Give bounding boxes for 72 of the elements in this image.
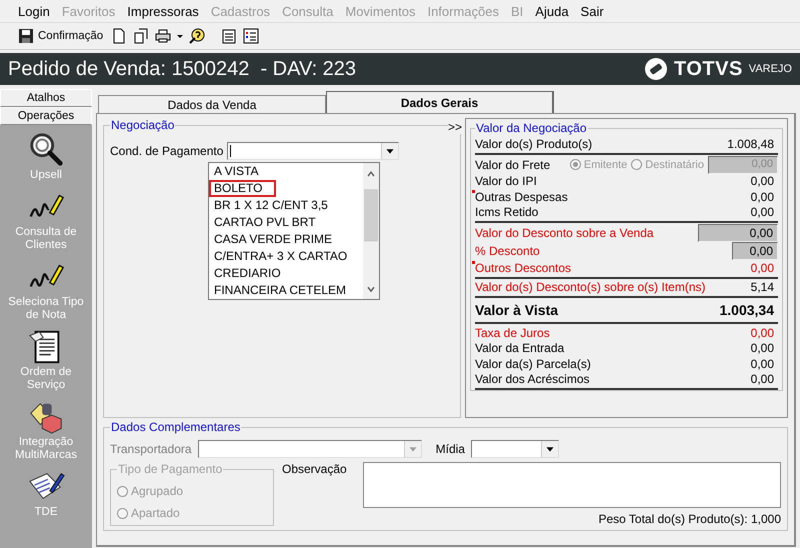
weight-text: Peso Total do(s) Produto(s): 1,000 [598,512,781,526]
value-amount: 0,00 [750,372,775,386]
value-label: Valor do Frete [475,158,550,172]
menu-item[interactable]: Ajuda [535,4,569,18]
menu-item[interactable]: Impressoras [127,4,199,18]
group-title: Valor da Negociação [475,121,588,135]
dropdown-option[interactable]: A VISTA [209,163,264,180]
dropdown-option[interactable]: CASA VERDE PRIME [209,231,338,248]
value-label: Valor do Desconto sobre a Venda [475,226,654,240]
logo-subtitle: VAREJO [748,63,792,75]
dropdown-option[interactable]: CARTAO PVL BRT [209,214,321,231]
value-amount: 5,14 [750,280,775,294]
logo-icon [644,57,668,81]
new-document-icon[interactable] [111,28,128,44]
value-label: Taxa de Juros [475,326,550,340]
value-label: Valor da(s) Parcela(s) [475,356,591,371]
value-amount: 0,00 [750,260,775,275]
value-field[interactable]: 0,00 [732,242,778,260]
sidebar-tab[interactable]: Atalhos [0,89,92,107]
dropdown-option[interactable]: FINANCEIRA CETELEM [209,282,352,299]
tab[interactable]: Dados Gerais [326,91,554,113]
group-title: Dados Complementares [110,420,242,434]
payment-combo[interactable] [227,142,400,160]
value-label: Outros Descontos [475,260,572,275]
value-amount: 0,00 [750,341,775,356]
confirm-button[interactable]: Confirmação [16,28,106,44]
dropdown-option[interactable]: C/ENTRA+ 3 X CARTAO [209,248,352,265]
value-amount: 1.008,48 [727,136,775,151]
field-label: Transportadora [110,442,192,456]
save-icon [18,28,34,44]
value-label: % Desconto [475,244,540,258]
copy-document-icon[interactable] [133,28,150,44]
list-icon[interactable] [243,28,260,44]
menu-item[interactable]: Sair [580,4,604,18]
radio-label: Agrupado [131,484,184,498]
dropdown-option[interactable]: BR 1 X 12 C/ENT 3,5 [209,197,333,214]
value-amount: 0,00 [750,190,775,204]
value-label: Valor dos Acréscimos [475,372,590,386]
dropdown-option[interactable]: BOLETO [209,180,276,197]
radio-label: Emitente [584,158,628,170]
radio-label: Apartado [131,506,180,520]
printer-icon[interactable] [155,28,172,44]
dropdown-option[interactable]: CREDIARIO [209,265,286,282]
menu-item[interactable]: Login [18,4,50,18]
value-label: Valor do(s) Desconto(s) sobre o(s) Item(ns) [475,280,706,294]
value-amount: 0,00 [750,174,775,188]
value-field[interactable]: 0,00 [698,224,778,242]
value-label: Valor do IPI [475,174,537,188]
value-label: Valor do(s) Produto(s) [475,136,592,151]
group-title: Negociação [110,118,176,132]
notes-field[interactable] [362,462,781,508]
field-label: Observação [282,462,347,478]
radio-label: Destinatário [645,158,704,170]
value-amount: 0,00 [750,356,775,371]
field-label: Cond. de Pagamento [110,144,224,158]
value-label: Valor à Vista [475,302,558,318]
tab[interactable]: Dados da Venda [98,95,326,113]
carrier-combo[interactable] [198,440,422,458]
field-label: Mídia [436,442,465,456]
group-title: Tipo de Pagamento [117,462,224,476]
value-label: Valor da Entrada [475,341,564,356]
logo-text: TOTVS [674,58,743,80]
window-title: Pedido de Venda: 1500242 - DAV: 223 [8,58,356,80]
value-label: Outras Despesas [475,190,568,204]
value-label: Icms Retido [475,205,538,220]
total-value: 1.003,34 [720,302,775,318]
help-icon[interactable] [189,28,206,44]
value-amount: 0,00 [750,205,775,220]
media-combo[interactable] [470,440,559,458]
value-amount: 0,00 [750,326,775,340]
sidebar-tab[interactable]: Operações [0,107,92,125]
calendar-icon[interactable] [221,28,238,44]
